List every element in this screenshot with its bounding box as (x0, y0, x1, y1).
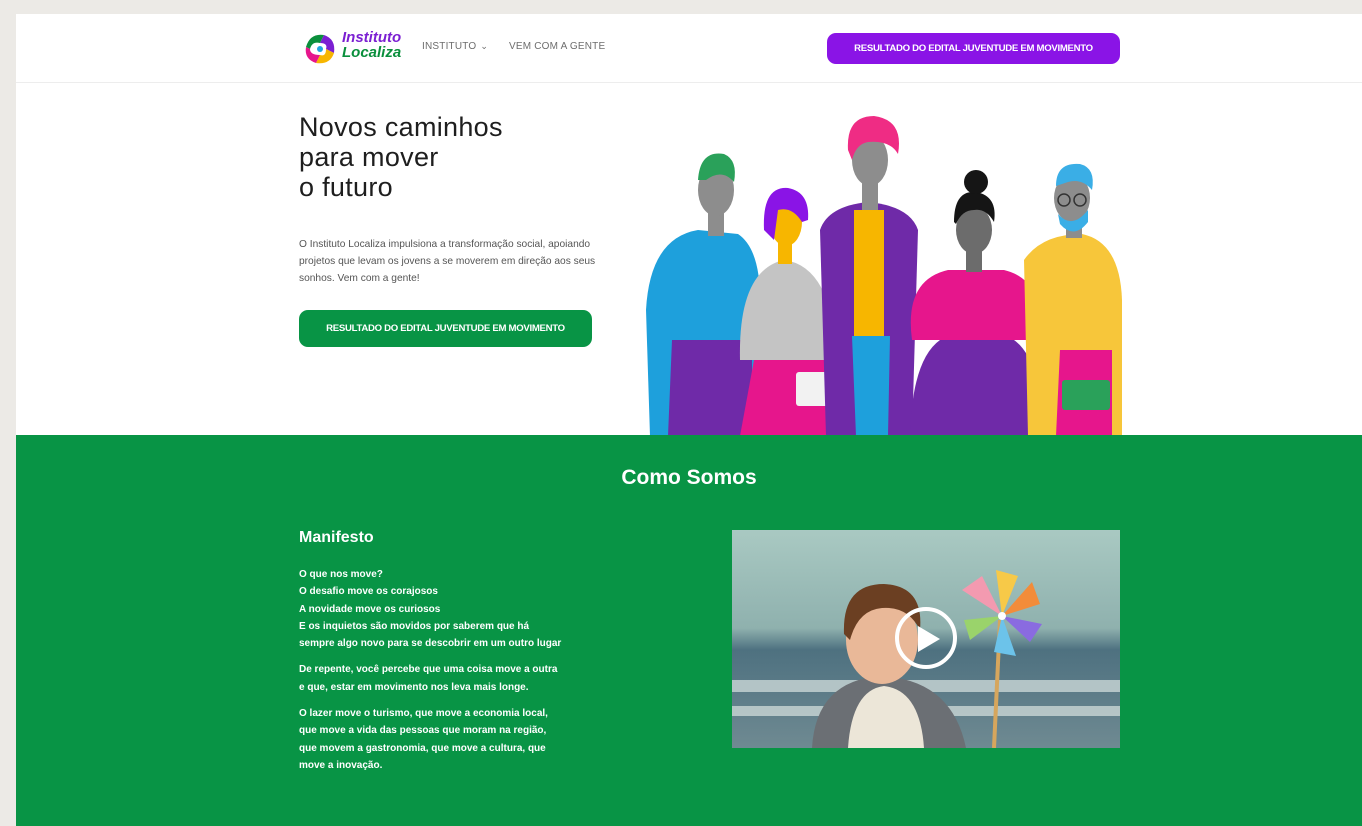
manifesto-video-player[interactable] (732, 530, 1120, 748)
manifesto-paragraph: O lazer move o turismo, que move a econo… (299, 705, 619, 774)
manifesto-title: Manifesto (299, 529, 374, 546)
manifesto-line: O que nos move? (299, 569, 383, 580)
site-header: Instituto Localiza INSTITUTO ⌄ VEM COM A … (16, 14, 1362, 83)
nav-item-vem-com-a-gente[interactable]: VEM COM A GENTE (509, 41, 605, 52)
manifesto-line: sempre algo novo para se descobrir em um… (299, 638, 562, 650)
hero-title: Novos caminhos para mover o futuro (299, 112, 503, 202)
como-somos-title: Como Somos (621, 466, 757, 489)
hero-edital-button[interactable]: RESULTADO DO EDITAL JUVENTUDE EM MOVIMEN… (299, 310, 592, 347)
manifesto-line: De repente, você percebe que uma coisa m… (299, 664, 558, 676)
logo-mark-icon (305, 34, 335, 64)
instituto-localiza-logo[interactable]: Instituto Localiza (300, 29, 410, 69)
manifesto-paragraph: O que nos move? O desafio move os corajo… (299, 566, 619, 652)
nav-label: VEM COM A GENTE (509, 41, 606, 52)
logo-text: Instituto Localiza (342, 30, 401, 60)
logo-line-2: Localiza (342, 44, 402, 61)
hero-illustration (642, 110, 1122, 436)
manifesto-line: e que, estar em movimento nos leva mais … (299, 681, 529, 693)
manifesto-line: O lazer move o turismo, que move a econo… (299, 708, 548, 720)
manifesto-line: move a inovação. (299, 759, 383, 771)
manifesto-paragraph: De repente, você percebe que uma coisa m… (299, 661, 619, 696)
nav-label: INSTITUTO (422, 41, 477, 52)
play-icon[interactable] (895, 607, 957, 669)
manifesto-line: A novidade move os curiosos (299, 603, 441, 615)
como-somos-section: Como Somos Manifesto O que nos move? O d… (16, 435, 1362, 826)
hero-description: O Instituto Localiza impulsiona a transf… (299, 239, 596, 284)
chevron-down-icon: ⌄ (480, 41, 489, 51)
nav-item-instituto[interactable]: INSTITUTO ⌄ (422, 41, 488, 52)
play-triangle-icon (918, 626, 940, 652)
header-edital-button[interactable]: RESULTADO DO EDITAL JUVENTUDE EM MOVIMEN… (827, 33, 1120, 64)
young-people-illustration (646, 116, 1122, 436)
manifesto-line: que movem a gastronomia, que move a cult… (299, 742, 546, 754)
page: Instituto Localiza INSTITUTO ⌄ VEM COM A … (16, 14, 1362, 826)
manifesto-line: O desafio move os corajosos (299, 586, 438, 598)
manifesto-line: E os inquietos são movidos por saberem q… (299, 620, 530, 632)
logo-line-1: Instituto (342, 29, 402, 46)
manifesto-body: O que nos move? O desafio move os corajo… (299, 566, 619, 783)
manifesto-line: que move a vida das pessoas que moram na… (299, 725, 547, 737)
